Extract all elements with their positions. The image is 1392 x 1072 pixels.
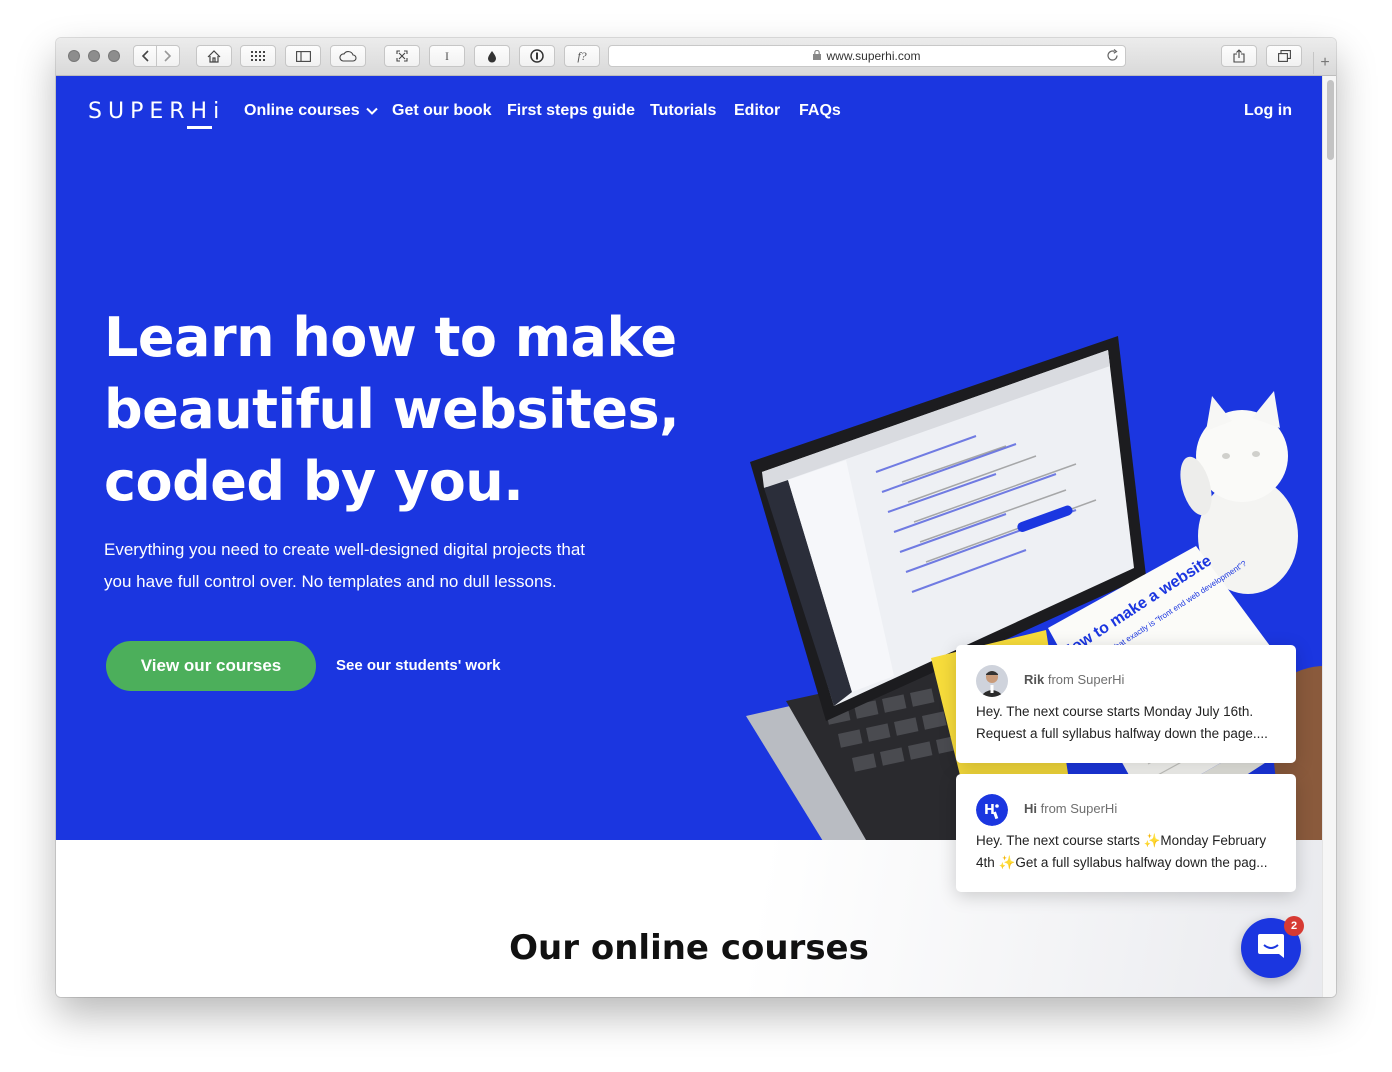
site-nav: SUPERHi Online courses Get our book Firs… [56,76,1322,148]
chevron-down-icon [365,102,378,120]
headline-line: Learn how to make [104,306,677,369]
browser-toolbar: I f? www.superhi.com + [56,38,1336,76]
message-line: Hey. The next course starts Monday July … [976,704,1254,719]
browser-window: I f? www.superhi.com + SUPERHi Online co… [56,38,1336,997]
scrollbar-thumb[interactable] [1327,80,1334,160]
forward-icon [164,50,172,62]
drop-icon [487,50,497,63]
message-line: 4th ✨Get a full syllabus halfway down th… [976,855,1268,870]
window-controls [68,50,120,62]
students-work-link[interactable]: See our students' work [336,657,500,674]
tab-overview-button[interactable] [1266,45,1302,67]
share-button[interactable] [1221,45,1257,67]
sidebar-icon [295,50,311,62]
sender-suffix: from SuperHi [1040,801,1118,816]
chat-sender: Hi from SuperHi [1024,801,1117,816]
page-scrollbar[interactable] [1322,76,1336,997]
hero-subcopy: Everything you need to create well-desig… [104,534,664,598]
reload-icon[interactable] [1106,49,1119,65]
superhi-logo[interactable]: SUPERHi [88,99,225,124]
hero-headline: Learn how to make beautiful websites, co… [104,302,724,518]
avatar [976,665,1008,697]
close-window-button[interactable] [68,50,80,62]
home-icon [207,49,221,63]
nav-editor[interactable]: Editor [734,102,780,120]
share-icon [1233,49,1245,63]
new-tab-button[interactable]: + [1313,52,1336,74]
icloud-tabs-button[interactable] [330,45,366,67]
subcopy-line: you have full control over. No templates… [104,572,557,591]
back-button[interactable] [133,45,157,67]
sidebar-button[interactable] [285,45,321,67]
nav-online-courses-label: Online courses [244,102,360,120]
formula-extension-button[interactable]: f? [564,45,600,67]
tabs-icon [1277,50,1291,62]
password-icon [530,49,544,63]
courses-section-title: Our online courses [509,928,869,968]
view-courses-button[interactable]: View our courses [106,641,316,691]
zoom-window-button[interactable] [108,50,120,62]
cloud-icon [339,50,357,62]
avatar: H [976,794,1008,826]
chat-message-text: Hey. The next course starts ✨Monday Febr… [976,830,1278,874]
chat-icon [1256,932,1286,965]
back-icon [141,50,149,62]
logo-underline [187,126,212,129]
svg-text:H: H [984,803,995,818]
login-link[interactable]: Log in [1244,102,1292,120]
instapaper-extension-button[interactable]: I [429,45,465,67]
password-extension-button[interactable] [519,45,555,67]
lock-icon [813,49,822,63]
drop-extension-button[interactable] [474,45,510,67]
message-line: Hey. The next course starts ✨Monday Febr… [976,833,1267,848]
home-button[interactable] [196,45,232,67]
sender-name: Rik [1024,672,1045,687]
forward-button[interactable] [156,45,180,67]
sender-suffix: from SuperHi [1047,672,1125,687]
nav-faqs[interactable]: FAQs [799,102,841,120]
expand-icon [396,50,408,62]
sender-name: Hi [1024,801,1037,816]
chat-message-text: Hey. The next course starts Monday July … [976,701,1278,745]
nav-first-steps-guide[interactable]: First steps guide [507,102,635,120]
nav-tutorials[interactable]: Tutorials [650,102,716,120]
unread-badge: 2 [1284,916,1304,936]
nav-get-our-book[interactable]: Get our book [392,102,492,120]
address-bar[interactable]: www.superhi.com [608,45,1126,67]
subcopy-line: Everything you need to create well-desig… [104,540,586,559]
headline-line: coded by you. [104,450,524,513]
chat-message-card[interactable]: Rik from SuperHi Hey. The next course st… [956,645,1296,763]
message-line: Request a full syllabus halfway down the… [976,726,1268,741]
nav-online-courses[interactable]: Online courses [244,102,378,120]
headline-line: beautiful websites, [104,378,680,441]
chat-sender: Rik from SuperHi [1024,672,1124,687]
minimize-window-button[interactable] [88,50,100,62]
expand-extension-button[interactable] [384,45,420,67]
grid-icon [251,51,265,61]
chat-message-card[interactable]: H Hi from SuperHi Hey. The next course s… [956,774,1296,892]
top-sites-button[interactable] [240,45,276,67]
url-text: www.superhi.com [826,49,921,63]
